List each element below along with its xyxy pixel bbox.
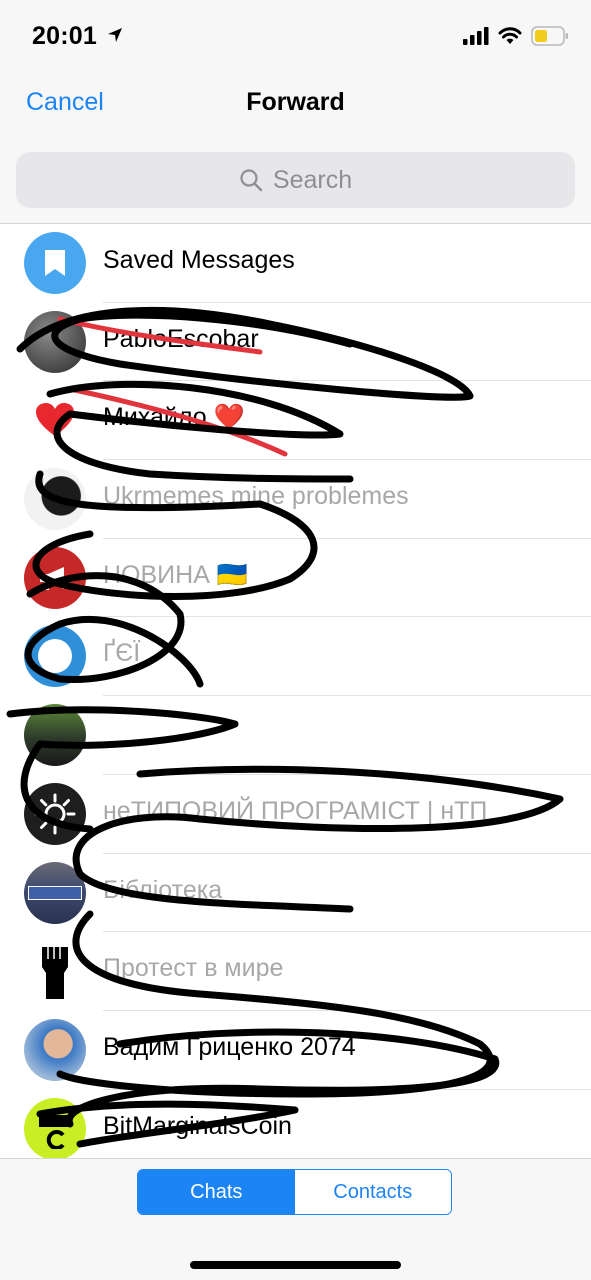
chat-name: Михайло ❤️ xyxy=(103,403,245,432)
avatar xyxy=(24,1018,86,1081)
chat-name: Протест в мире xyxy=(103,954,284,983)
chat-row[interactable]: BitMarginalsCoin xyxy=(0,1090,591,1169)
chat-name: неТИПОВИЙ ПРОГРАМІСТ | нТП xyxy=(103,796,488,825)
street-sign-avatar xyxy=(24,861,86,924)
chat-name: ҐЄЇ xyxy=(103,639,141,668)
wifi-icon xyxy=(498,27,522,44)
home-indicator[interactable] xyxy=(190,1261,401,1269)
chat-row[interactable]: ҐЄЇ xyxy=(0,617,591,697)
search-input[interactable]: Search xyxy=(16,152,575,208)
search-placeholder: Search xyxy=(272,165,353,194)
status-time: 20:01 xyxy=(32,22,123,51)
tab-chats[interactable]: Chats xyxy=(138,1170,295,1214)
signal-icon xyxy=(463,27,489,45)
chat-row[interactable]: Ukrmemes mine problemes xyxy=(0,460,591,539)
chat-row[interactable]: PabloEscobar xyxy=(0,303,591,382)
chat-row[interactable]: НОВИНА 🇺🇦 xyxy=(0,539,591,618)
chat-name: Бібліотека xyxy=(103,875,223,904)
megaphone-avatar xyxy=(24,546,86,609)
location-arrow-icon xyxy=(108,28,123,42)
chat-row[interactable]: Михайло ❤️ xyxy=(0,381,591,461)
chat-row[interactable]: Бібліотека xyxy=(0,854,591,933)
chats-contacts-segmented-control: Chats Contacts xyxy=(137,1169,452,1215)
page-title: Forward xyxy=(246,88,345,116)
emblem-avatar xyxy=(24,782,86,845)
status-indicators xyxy=(463,24,569,48)
status-time-text: 20:01 xyxy=(32,22,97,50)
chat-list: Saved Messages PabloEscobar Михайло ❤️ U… xyxy=(0,224,591,1168)
megaphone-icon xyxy=(40,566,64,590)
chat-name: PabloEscobar xyxy=(103,324,259,353)
avatar xyxy=(24,468,86,531)
heart-avatar xyxy=(24,389,86,451)
chat-name: НОВИНА 🇺🇦 xyxy=(103,560,248,589)
chat-row-saved-messages[interactable]: Saved Messages xyxy=(0,224,591,303)
status-bar: 20:01 xyxy=(0,0,591,72)
chat-name: Saved Messages xyxy=(103,246,295,274)
battery-icon xyxy=(531,26,568,46)
avatar xyxy=(24,704,86,767)
bottom-bar: Chats Contacts xyxy=(0,1158,591,1280)
chat-row[interactable]: неТИПОВИЙ ПРОГРАМІСТ | нТП xyxy=(0,775,591,854)
bmc-avatar xyxy=(24,1097,86,1160)
chat-name: Ukrmemes mine problemes xyxy=(103,482,409,511)
bookmark-icon xyxy=(45,250,65,276)
chat-row[interactable]: Вадим Гриценко 2074 xyxy=(0,1011,591,1090)
chat-row[interactable]: Протест в мире xyxy=(0,932,591,1011)
chat-row[interactable] xyxy=(0,696,591,775)
navigation-bar: Cancel Forward Search xyxy=(0,72,591,224)
chat-name: BitMarginalsCoin xyxy=(103,1111,292,1140)
search-icon xyxy=(240,169,263,192)
avatar xyxy=(24,625,86,688)
avatar xyxy=(24,310,86,373)
fist-avatar xyxy=(24,940,86,1003)
tab-contacts[interactable]: Contacts xyxy=(294,1170,451,1214)
chat-name: Вадим Гриценко 2074 xyxy=(103,1032,356,1061)
sun-emblem-icon xyxy=(34,793,76,835)
heart-icon xyxy=(36,403,74,437)
bmc-logo-icon xyxy=(39,1114,71,1149)
fist-icon xyxy=(42,947,68,1000)
bookmark-avatar xyxy=(24,232,86,294)
